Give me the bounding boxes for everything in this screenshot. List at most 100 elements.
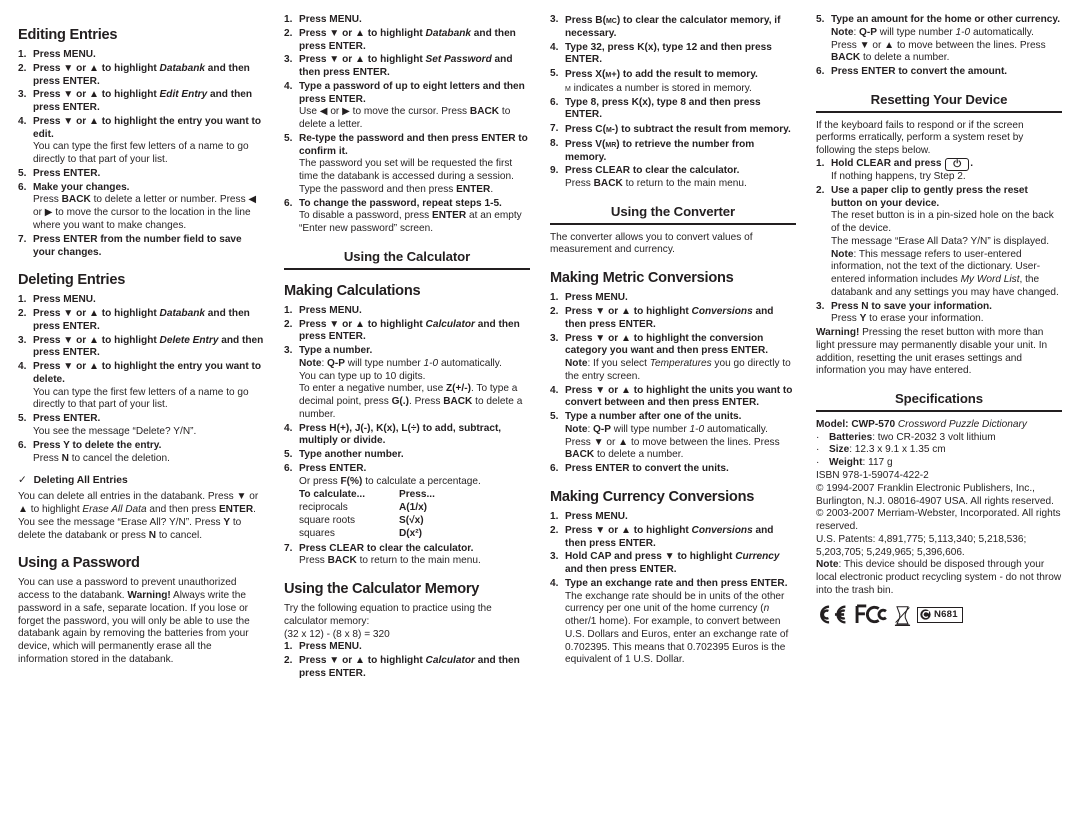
step-instruction: Press H(+), J(-), K(x), L(÷) to add, sub… <box>299 422 502 447</box>
heading-using-a-password: Using a Password <box>18 555 140 572</box>
step-number: 4. <box>284 80 293 92</box>
step-item: 7. Press C(M-) to subtract the result fro… <box>550 123 796 137</box>
table-cell-operation: square roots <box>299 515 356 526</box>
step-body: Press MENU. <box>33 49 264 62</box>
step-number: 6. <box>284 462 293 474</box>
step-instruction: Press ▼ or ▲ to highlight Databank and t… <box>299 27 516 52</box>
steps-resetting: 1. Hold CLEAR and press ⏻. If nothing happ… <box>816 157 1062 327</box>
step-number: 3. <box>18 334 27 346</box>
step-item: 2. Press ▼ or ▲ to highlight Calculator a… <box>284 655 530 681</box>
step-item: 1. Press MENU. <box>550 511 796 524</box>
step-number: 4. <box>550 577 559 589</box>
step-note: Type the password and then press ENTER. <box>299 183 494 195</box>
checkmark-icon: ✓ <box>18 475 27 487</box>
bullet-icon: · <box>816 431 820 443</box>
step-body: Press ▼ or ▲ to highlight Calculator and… <box>299 319 530 345</box>
step-instruction: Re-type the password and then press ENTE… <box>299 132 528 157</box>
step-item: 4. Type an exchange rate and then press E… <box>550 578 796 667</box>
step-instruction: Press MENU. <box>299 641 362 653</box>
step-instruction: Hold CAP and press ▼ to highlight Curren… <box>565 551 780 576</box>
step-number: 1. <box>284 641 293 653</box>
step-body: Press C(M-) to subtract the result from … <box>565 123 796 137</box>
step-number: 3. <box>550 14 559 25</box>
step-instruction: Press CLEAR to clear the calculator. <box>299 542 474 554</box>
step-number: 3. <box>550 332 559 344</box>
calculation-shortcuts-table: To calculate... Press... reciprocals A(1/x)… <box>299 489 435 540</box>
step-item: 4. Press ▼ or ▲ to highlight the entry yo… <box>18 116 264 167</box>
step-item: 6. Press ENTER to convert the units. <box>550 463 796 476</box>
table-column-header: Press... <box>399 489 435 501</box>
step-body: Press ▼ or ▲ to highlight Delete Entry a… <box>33 335 264 361</box>
step-number: 3. <box>284 345 293 357</box>
step-instruction: Type a password of up to eight letters a… <box>299 80 525 105</box>
step-item: 2. Press ▼ or ▲ to highlight Databank and… <box>18 63 264 89</box>
step-item: 1. Press MENU. <box>284 641 530 654</box>
step-instruction: To change the password, repeat steps 1-5… <box>299 197 502 209</box>
step-instruction: Press MENU. <box>33 294 96 306</box>
step-instruction: Press Y to delete the entry. <box>33 439 162 451</box>
fcc-mark-icon <box>855 604 887 624</box>
step-note: Press N to cancel the deletion. <box>33 452 170 464</box>
step-body: Press ▼ or ▲ to highlight Databank and t… <box>299 28 530 54</box>
step-item: 6. Press Y to delete the entry. Press N to… <box>18 440 264 466</box>
step-body: Press ▼ or ▲ to highlight the conversion… <box>565 333 796 384</box>
step-item: 3. Press ▼ or ▲ to highlight Edit Entry a… <box>18 89 264 115</box>
step-number: 2. <box>18 62 27 74</box>
step-note: Use ◀ or ▶ to move the cursor. Press BAC… <box>299 106 511 131</box>
heading-making-calculations: Making Calculations <box>284 282 421 299</box>
step-item: 5. Type an amount for the home or other c… <box>816 14 1062 65</box>
step-instruction: Press ENTER. <box>33 413 101 425</box>
step-item: 5. Press X(M+) to add the result to memor… <box>550 68 796 96</box>
step-body: Press B(MC) to clear the calculator memo… <box>565 14 796 41</box>
step-number: 4. <box>18 115 27 127</box>
step-instruction: Press ENTER to convert the units. <box>565 463 729 475</box>
step-number: 2. <box>18 308 27 320</box>
step-number: 2. <box>550 305 559 317</box>
step-item: 2. Press ▼ or ▲ to highlight Databank and… <box>284 28 530 54</box>
step-note: The exchange rate should be in units of … <box>565 590 789 666</box>
spec-disposal-note: Note: This device should be disposed thr… <box>816 559 1062 596</box>
step-body: Type another number. <box>299 449 530 462</box>
step-item: 4. Press ▼ or ▲ to highlight the units yo… <box>550 385 796 411</box>
step-instruction: Type a number. <box>299 345 373 357</box>
step-instruction: Press B(MC) to clear the calculator memo… <box>565 14 781 39</box>
step-body: Press CLEAR to clear the calculator. Pres… <box>299 543 530 569</box>
using-converter-body: The converter allows you to convert valu… <box>550 231 753 256</box>
step-item: 3. Press ▼ or ▲ to highlight the conversi… <box>550 333 796 384</box>
step-body: Hold CLEAR and press ⏻. If nothing happen… <box>831 157 1062 184</box>
steps-set-password: 1. Press MENU. 2. Press ▼ or ▲ to highlight… <box>284 14 530 236</box>
bullet-icon: · <box>816 444 820 456</box>
heading-using-the-converter: Using the Converter <box>550 204 796 225</box>
step-body: Press ▼ or ▲ to highlight Conversions an… <box>565 306 796 332</box>
step-instruction: Press ▼ or ▲ to highlight Delete Entry a… <box>33 334 264 359</box>
step-body: Press H(+), J(-), K(x), L(÷) to add, sub… <box>299 423 530 449</box>
step-number: 4. <box>550 384 559 396</box>
step-note: Note: This message refers to user-entere… <box>831 248 1059 298</box>
step-note: To enter a negative number, use Z(+/-). … <box>299 383 523 420</box>
spec-item-text: Weight: 117 g <box>829 457 893 469</box>
step-item: 3. Press N to save your information. Press… <box>816 301 1062 327</box>
step-number: 5. <box>816 14 825 25</box>
step-instruction: Press ▼ or ▲ to highlight Conversions an… <box>565 305 774 330</box>
steps-calculator-memory-continued: 3. Press B(MC) to clear the calculator me… <box>550 14 796 191</box>
step-item: 6. Make your changes. Press BACK to delete… <box>18 182 264 233</box>
step-body: Type 8, press K(x), type 8 and then pres… <box>565 97 796 123</box>
step-body: Press ▼ or ▲ to highlight Databank and t… <box>33 63 264 89</box>
column-3: 3. Press B(MC) to clear the calculator me… <box>540 14 806 828</box>
table-row: reciprocals A(1/x) <box>299 502 435 515</box>
step-body: Press MENU. <box>299 641 530 654</box>
step-number: 5. <box>550 68 559 80</box>
step-item: 6. To change the password, repeat steps 1… <box>284 198 530 236</box>
step-instruction: Press ▼ or ▲ to highlight the conversion… <box>565 332 769 357</box>
step-body: Press ENTER from the number field to sav… <box>33 234 264 260</box>
step-item: 9. Press CLEAR to clear the calculator. Pr… <box>550 165 796 191</box>
step-body: Press N to save your information. Press Y… <box>831 301 1062 327</box>
column-4: 5. Type an amount for the home or other c… <box>806 14 1072 828</box>
step-instruction: Hold CLEAR and press ⏻. <box>831 157 974 171</box>
step-body: Make your changes. Press BACK to delete a… <box>33 182 264 233</box>
steps-currency-conversions-continued: 5. Type an amount for the home or other c… <box>816 14 1062 79</box>
c-tick-icon <box>920 609 931 620</box>
step-number: 8. <box>550 137 559 149</box>
ce-mark-icon <box>820 605 846 624</box>
step-item: 1. Press MENU. <box>284 14 530 27</box>
